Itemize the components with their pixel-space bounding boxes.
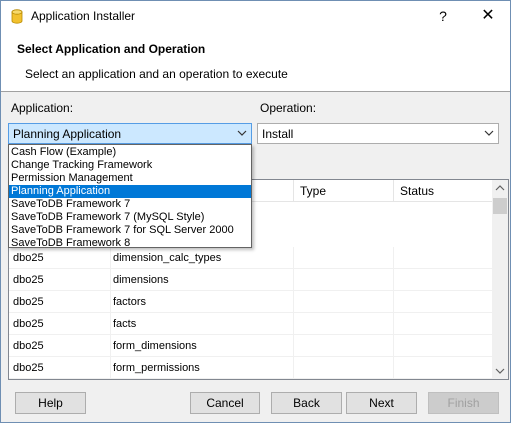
application-selected-value: Planning Application xyxy=(13,127,122,141)
object-name-cell: dimensions xyxy=(111,269,294,291)
page-title: Select Application and Operation xyxy=(17,42,206,56)
installer-window: Application Installer ? ✕ Select Applica… xyxy=(0,0,511,423)
chevron-down-icon[interactable] xyxy=(235,126,249,140)
dropdown-option[interactable]: SaveToDB Framework 7 xyxy=(9,198,251,211)
type-cell xyxy=(294,247,394,269)
type-cell xyxy=(294,357,394,379)
page-subtitle: Select an application and an operation t… xyxy=(25,67,288,81)
dropdown-option[interactable]: Permission Management xyxy=(9,172,251,185)
column-header-status[interactable]: Status xyxy=(394,180,494,202)
close-button[interactable]: ✕ xyxy=(473,5,503,27)
table-row[interactable]: dbo25 form_dimensions xyxy=(9,335,494,357)
database-icon xyxy=(11,9,23,24)
status-cell xyxy=(394,357,494,379)
column-header-type[interactable]: Type xyxy=(294,180,394,202)
object-name-cell: factors xyxy=(111,291,294,313)
table-row[interactable]: dbo25 dimensions xyxy=(9,269,494,291)
dropdown-option[interactable]: Change Tracking Framework xyxy=(9,159,251,172)
operation-selected-value: Install xyxy=(262,127,294,141)
help-button[interactable]: Help xyxy=(15,392,86,414)
dropdown-option[interactable]: SaveToDB Framework 8 xyxy=(9,237,251,250)
status-cell xyxy=(394,247,494,269)
table-row[interactable]: dbo25 dimension_calc_types xyxy=(9,247,494,269)
application-dropdown-list[interactable]: Cash Flow (Example) Change Tracking Fram… xyxy=(8,144,252,250)
dropdown-option[interactable]: SaveToDB Framework 7 for SQL Server 2000 xyxy=(9,224,251,237)
operation-combobox[interactable]: Install xyxy=(257,123,499,144)
schema-cell: dbo25 xyxy=(9,247,111,269)
type-cell xyxy=(294,291,394,313)
title-bar: Application Installer ? ✕ xyxy=(1,1,510,32)
status-cell xyxy=(394,269,494,291)
finish-button[interactable]: Finish xyxy=(428,392,499,414)
table-row[interactable]: dbo25 facts xyxy=(9,313,494,335)
status-cell xyxy=(394,291,494,313)
type-cell xyxy=(294,269,394,291)
table-row[interactable]: dbo25 form_permissions xyxy=(9,357,494,379)
dropdown-option[interactable]: Cash Flow (Example) xyxy=(9,146,251,159)
scroll-up-icon[interactable] xyxy=(492,180,508,197)
schema-cell: dbo25 xyxy=(9,357,111,379)
schema-cell: dbo25 xyxy=(9,335,111,357)
type-cell xyxy=(294,335,394,357)
schema-cell: dbo25 xyxy=(9,269,111,291)
status-cell xyxy=(394,335,494,357)
schema-cell: dbo25 xyxy=(9,291,111,313)
table-row[interactable]: dbo25 factors xyxy=(9,291,494,313)
dropdown-option-selected[interactable]: Planning Application xyxy=(9,185,251,198)
schema-cell: dbo25 xyxy=(9,313,111,335)
object-name-cell: form_permissions xyxy=(111,357,294,379)
help-title-button[interactable]: ? xyxy=(431,5,455,27)
object-name-cell: facts xyxy=(111,313,294,335)
chevron-down-icon[interactable] xyxy=(482,126,496,140)
application-label: Application: xyxy=(11,101,74,115)
window-title: Application Installer xyxy=(31,9,136,23)
status-cell xyxy=(394,313,494,335)
type-cell xyxy=(294,313,394,335)
object-name-cell: form_dimensions xyxy=(111,335,294,357)
operation-label: Operation: xyxy=(260,101,317,115)
vertical-scrollbar[interactable] xyxy=(492,180,508,379)
application-combobox[interactable]: Planning Application xyxy=(8,123,252,144)
scrollbar-thumb[interactable] xyxy=(493,198,507,214)
wizard-header: Select Application and Operation Select … xyxy=(1,32,510,92)
object-name-cell: dimension_calc_types xyxy=(111,247,294,269)
cancel-button[interactable]: Cancel xyxy=(190,392,260,414)
dropdown-option[interactable]: SaveToDB Framework 7 (MySQL Style) xyxy=(9,211,251,224)
back-button[interactable]: Back xyxy=(271,392,342,414)
scroll-down-icon[interactable] xyxy=(492,362,508,379)
next-button[interactable]: Next xyxy=(346,392,417,414)
